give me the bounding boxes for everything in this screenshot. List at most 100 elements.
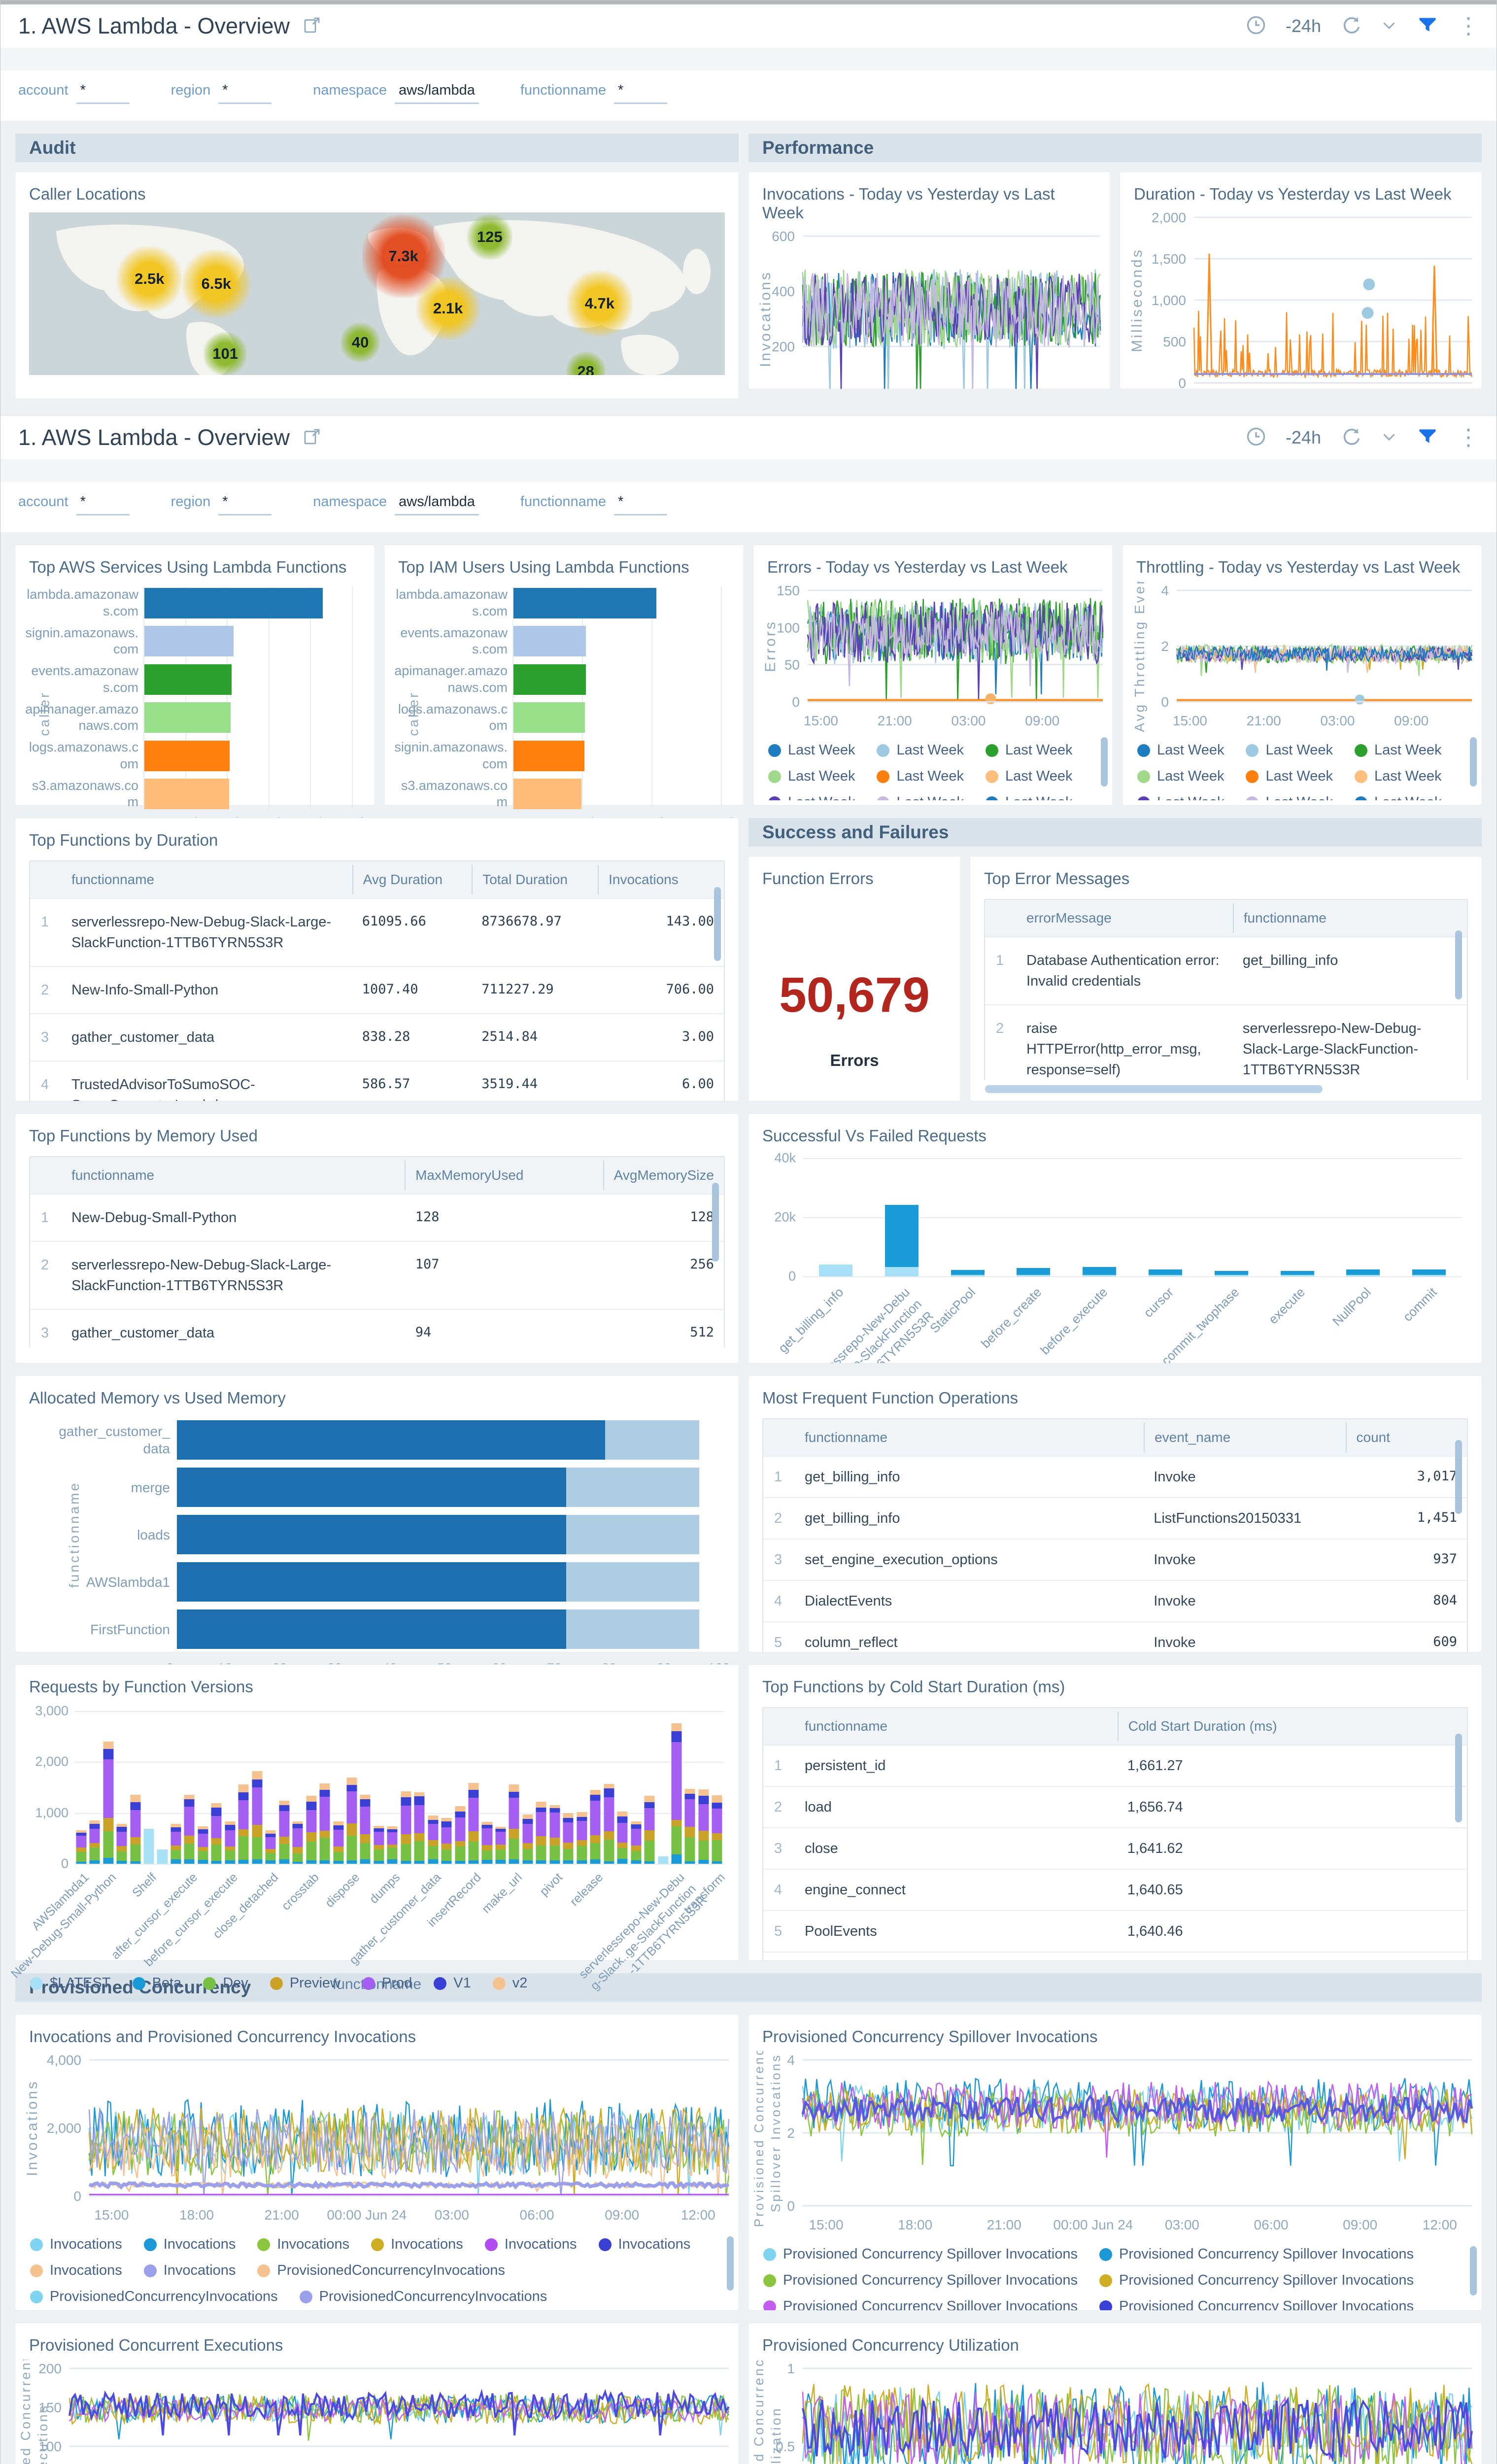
bar[interactable]: [414, 1792, 425, 1864]
table-row[interactable]: 1 serverlessrepo-New-Debug-Slack-Large-Sl…: [30, 898, 724, 966]
time-range-label[interactable]: -24h: [1286, 16, 1321, 36]
bar[interactable]: [712, 1795, 722, 1864]
cold-start-table[interactable]: functionname Cold Start Duration (ms) 1 per…: [748, 1707, 1482, 1960]
bar[interactable]: [265, 1830, 276, 1864]
pc-invocations-chart[interactable]: 4,000 2,000 0 15:00 18:00 21:00 00:00 Jun 24 03…: [15, 2051, 739, 2228]
filter-region[interactable]: region *: [171, 82, 272, 104]
success-failed-chart[interactable]: 40k 20k 0 get_billing_info serverlessrepo-Ne…: [748, 1151, 1482, 1363]
horizontal-scrollbar[interactable]: [985, 1085, 1323, 1093]
bar[interactable]: [428, 1815, 439, 1864]
bar[interactable]: [144, 740, 230, 771]
allocated-memory-chart[interactable]: functionname gather_customer_data merge loa…: [45, 1420, 730, 1686]
legend-item[interactable]: v2: [492, 1975, 527, 1991]
filter-icon[interactable]: [1417, 426, 1438, 450]
bar[interactable]: [1148, 1269, 1182, 1276]
errors-line-chart[interactable]: 150 100 50 0 15:00 21:00 03:00 09:00 Errors: [753, 582, 1113, 734]
table-row[interactable]: 3 gather_customer_data 838.28 2514.84 3.00: [30, 1013, 724, 1061]
bar[interactable]: [387, 1826, 398, 1864]
share-icon[interactable]: [302, 426, 322, 449]
bar[interactable]: [116, 1823, 127, 1864]
table-row[interactable]: 1 Database Authentication error: Invalid …: [985, 936, 1467, 1005]
bar[interactable]: [279, 1801, 290, 1864]
bar[interactable]: [513, 664, 586, 695]
legend-item[interactable]: Last Week: [1137, 768, 1224, 785]
error-messages-table[interactable]: errorMessage functionname 1 Database Authen…: [970, 893, 1482, 1080]
legend-item[interactable]: Last Week: [1354, 742, 1441, 758]
bar[interactable]: [144, 664, 232, 695]
bar[interactable]: [513, 626, 586, 657]
bar[interactable]: [617, 1812, 628, 1864]
legend-item[interactable]: Invocations: [598, 2236, 690, 2253]
bar[interactable]: [604, 1783, 614, 1864]
filter-icon[interactable]: [1417, 14, 1438, 38]
legend-item[interactable]: Prod: [362, 1975, 412, 1991]
table-row[interactable]: 2 New-Info-Small-Python 1007.40 711227.29 70…: [30, 966, 724, 1014]
bar[interactable]: [495, 1827, 506, 1864]
vertical-scrollbar[interactable]: [727, 2236, 734, 2291]
chevron-down-icon[interactable]: [1380, 16, 1398, 36]
bar[interactable]: [184, 1795, 195, 1864]
vertical-scrollbar[interactable]: [1455, 1734, 1462, 1822]
bar[interactable]: [170, 1824, 181, 1864]
legend-item[interactable]: Provisioned Concurrency Spillover Invoca…: [763, 2272, 1078, 2289]
bar[interactable]: [513, 779, 582, 810]
legend-item[interactable]: Invocations: [143, 2262, 236, 2279]
filter-functionname-value[interactable]: *: [614, 82, 668, 104]
share-icon[interactable]: [302, 15, 322, 38]
bar[interactable]: [513, 740, 584, 771]
bar[interactable]: [951, 1269, 985, 1276]
bar[interactable]: [468, 1783, 479, 1864]
vertical-scrollbar[interactable]: [1455, 930, 1462, 999]
bar[interactable]: [177, 1562, 699, 1602]
most-frequent-table[interactable]: functionname event_name count 1 get_billing_…: [748, 1418, 1482, 1652]
success-failed-legend[interactable]: failures successes: [763, 1357, 1467, 1363]
versions-legend[interactable]: $LATEST Beta Dev Preview Prod V1 v2: [30, 1970, 724, 1996]
legend-item[interactable]: Invocations: [143, 2236, 236, 2253]
legend-item[interactable]: Provisioned Concurrency Spillover Invoca…: [1099, 2272, 1414, 2289]
bar[interactable]: [157, 1849, 168, 1864]
bar[interactable]: [563, 1813, 574, 1864]
legend-item[interactable]: Last Week: [1137, 742, 1224, 758]
table-row[interactable]: 2 load 1,656.74: [763, 1786, 1467, 1828]
pc-invocations-legend[interactable]: Invocations Invocations Invocations Invocat…: [30, 2231, 724, 2305]
filter-region[interactable]: region *: [171, 494, 272, 515]
table-row[interactable]: 2 raise HTTPError(http_error_msg, respons…: [985, 1004, 1467, 1080]
bar[interactable]: [211, 1803, 222, 1864]
map-bubble[interactable]: 2.5k: [117, 246, 182, 312]
map-bubble[interactable]: 4.7k: [566, 270, 633, 337]
vertical-scrollbar[interactable]: [1470, 737, 1477, 787]
bar[interactable]: [818, 1265, 852, 1276]
legend-item[interactable]: ProvisionedConcurrencyInvocations: [257, 2262, 505, 2279]
map-bubble[interactable]: 2.1k: [416, 276, 480, 340]
legend-item[interactable]: Last Week: [1137, 794, 1224, 800]
bar[interactable]: [177, 1515, 699, 1554]
bar[interactable]: [143, 1828, 154, 1864]
bar[interactable]: [549, 1805, 560, 1864]
table-row[interactable]: 4TrustedAdvisorToSumoSOC-SumoConnectorLa…: [30, 1061, 724, 1101]
pc-spillover-legend[interactable]: Provisioned Concurrency Spillover Invoca…: [763, 2241, 1467, 2310]
table-row[interactable]: 6persistent_load1,637.16: [763, 1951, 1467, 1960]
filter-functionname[interactable]: functionname *: [520, 494, 668, 515]
bar[interactable]: [671, 1723, 682, 1864]
bar[interactable]: [441, 1817, 452, 1864]
filter-namespace[interactable]: namespace aws/lambda: [313, 494, 479, 515]
bar[interactable]: [177, 1468, 699, 1507]
table-row[interactable]: 3 set_engine_execution_options Invoke 937: [763, 1539, 1467, 1580]
filter-account-value[interactable]: *: [76, 82, 130, 104]
bar[interactable]: [130, 1795, 141, 1864]
throttling-legend[interactable]: Last Week Last Week Last Week Last Week Last…: [1137, 737, 1467, 800]
legend-item[interactable]: Invocations: [30, 2262, 122, 2279]
bar[interactable]: [144, 702, 231, 733]
table-row[interactable]: 2 get_billing_info ListFunctions20150331 1,…: [763, 1497, 1467, 1539]
invocations-line-chart[interactable]: 600400200015:0021:0003:0009:00Invocation…: [748, 227, 1110, 389]
filter-functionname[interactable]: functionname *: [520, 82, 668, 104]
errors-legend[interactable]: Last Week Last Week Last Week Last Week Last…: [768, 737, 1098, 800]
legend-item[interactable]: $LATEST: [30, 1975, 111, 1991]
legend-item[interactable]: Last Week: [985, 768, 1072, 785]
legend-item[interactable]: Last Week: [768, 768, 855, 785]
table-row[interactable]: 4 engine_connect 1,640.65: [763, 1869, 1467, 1911]
legend-item[interactable]: Invocations: [371, 2236, 463, 2253]
legend-item[interactable]: Last Week: [1354, 768, 1441, 785]
legend-item[interactable]: Last Week: [877, 742, 964, 758]
bar[interactable]: [1017, 1267, 1051, 1276]
